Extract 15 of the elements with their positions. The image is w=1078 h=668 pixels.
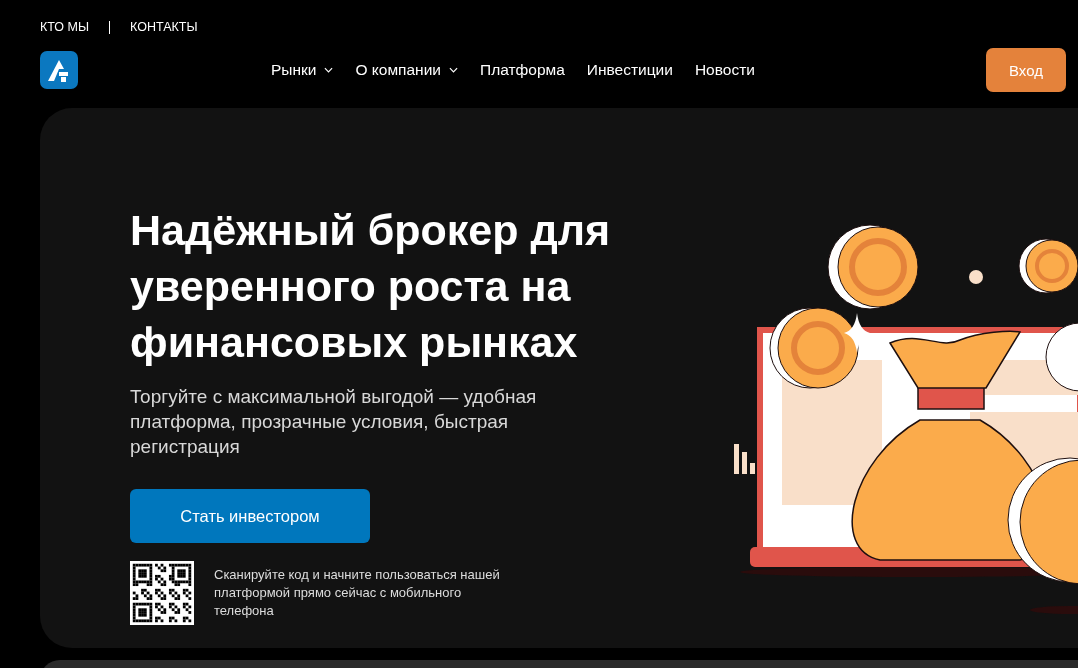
nav-link[interactable]: Инвестиции — [586, 61, 673, 79]
qr-caption: Сканируйте код и начните пользоваться нашей платформой прямо сейчас с мобильного телефона — [214, 566, 501, 620]
nav-link[interactable]: Новости — [694, 61, 755, 79]
chevron-down-icon — [324, 67, 334, 73]
top-link[interactable]: КТО МЫ — [40, 20, 90, 34]
hero-title: Надёжный брокер для уверенного роста на финансовых рынках — [130, 205, 612, 368]
top-link[interactable]: КОНТАКТЫ — [130, 20, 198, 34]
logo-icon[interactable] — [40, 51, 78, 89]
nav-link[interactable]: Рынки — [271, 61, 334, 79]
nav-link[interactable]: О компании — [355, 61, 458, 79]
hero-subtitle: Торгуйте с максимальной выгодой — удобная платформа, прозрачные условия, быстрая регистрация — [130, 385, 538, 459]
nav-link[interactable]: Платформа — [480, 61, 565, 79]
qr-code — [130, 561, 194, 625]
become-investor-button[interactable]: Стать инвестором — [130, 489, 370, 543]
chevron-down-icon — [449, 67, 458, 73]
